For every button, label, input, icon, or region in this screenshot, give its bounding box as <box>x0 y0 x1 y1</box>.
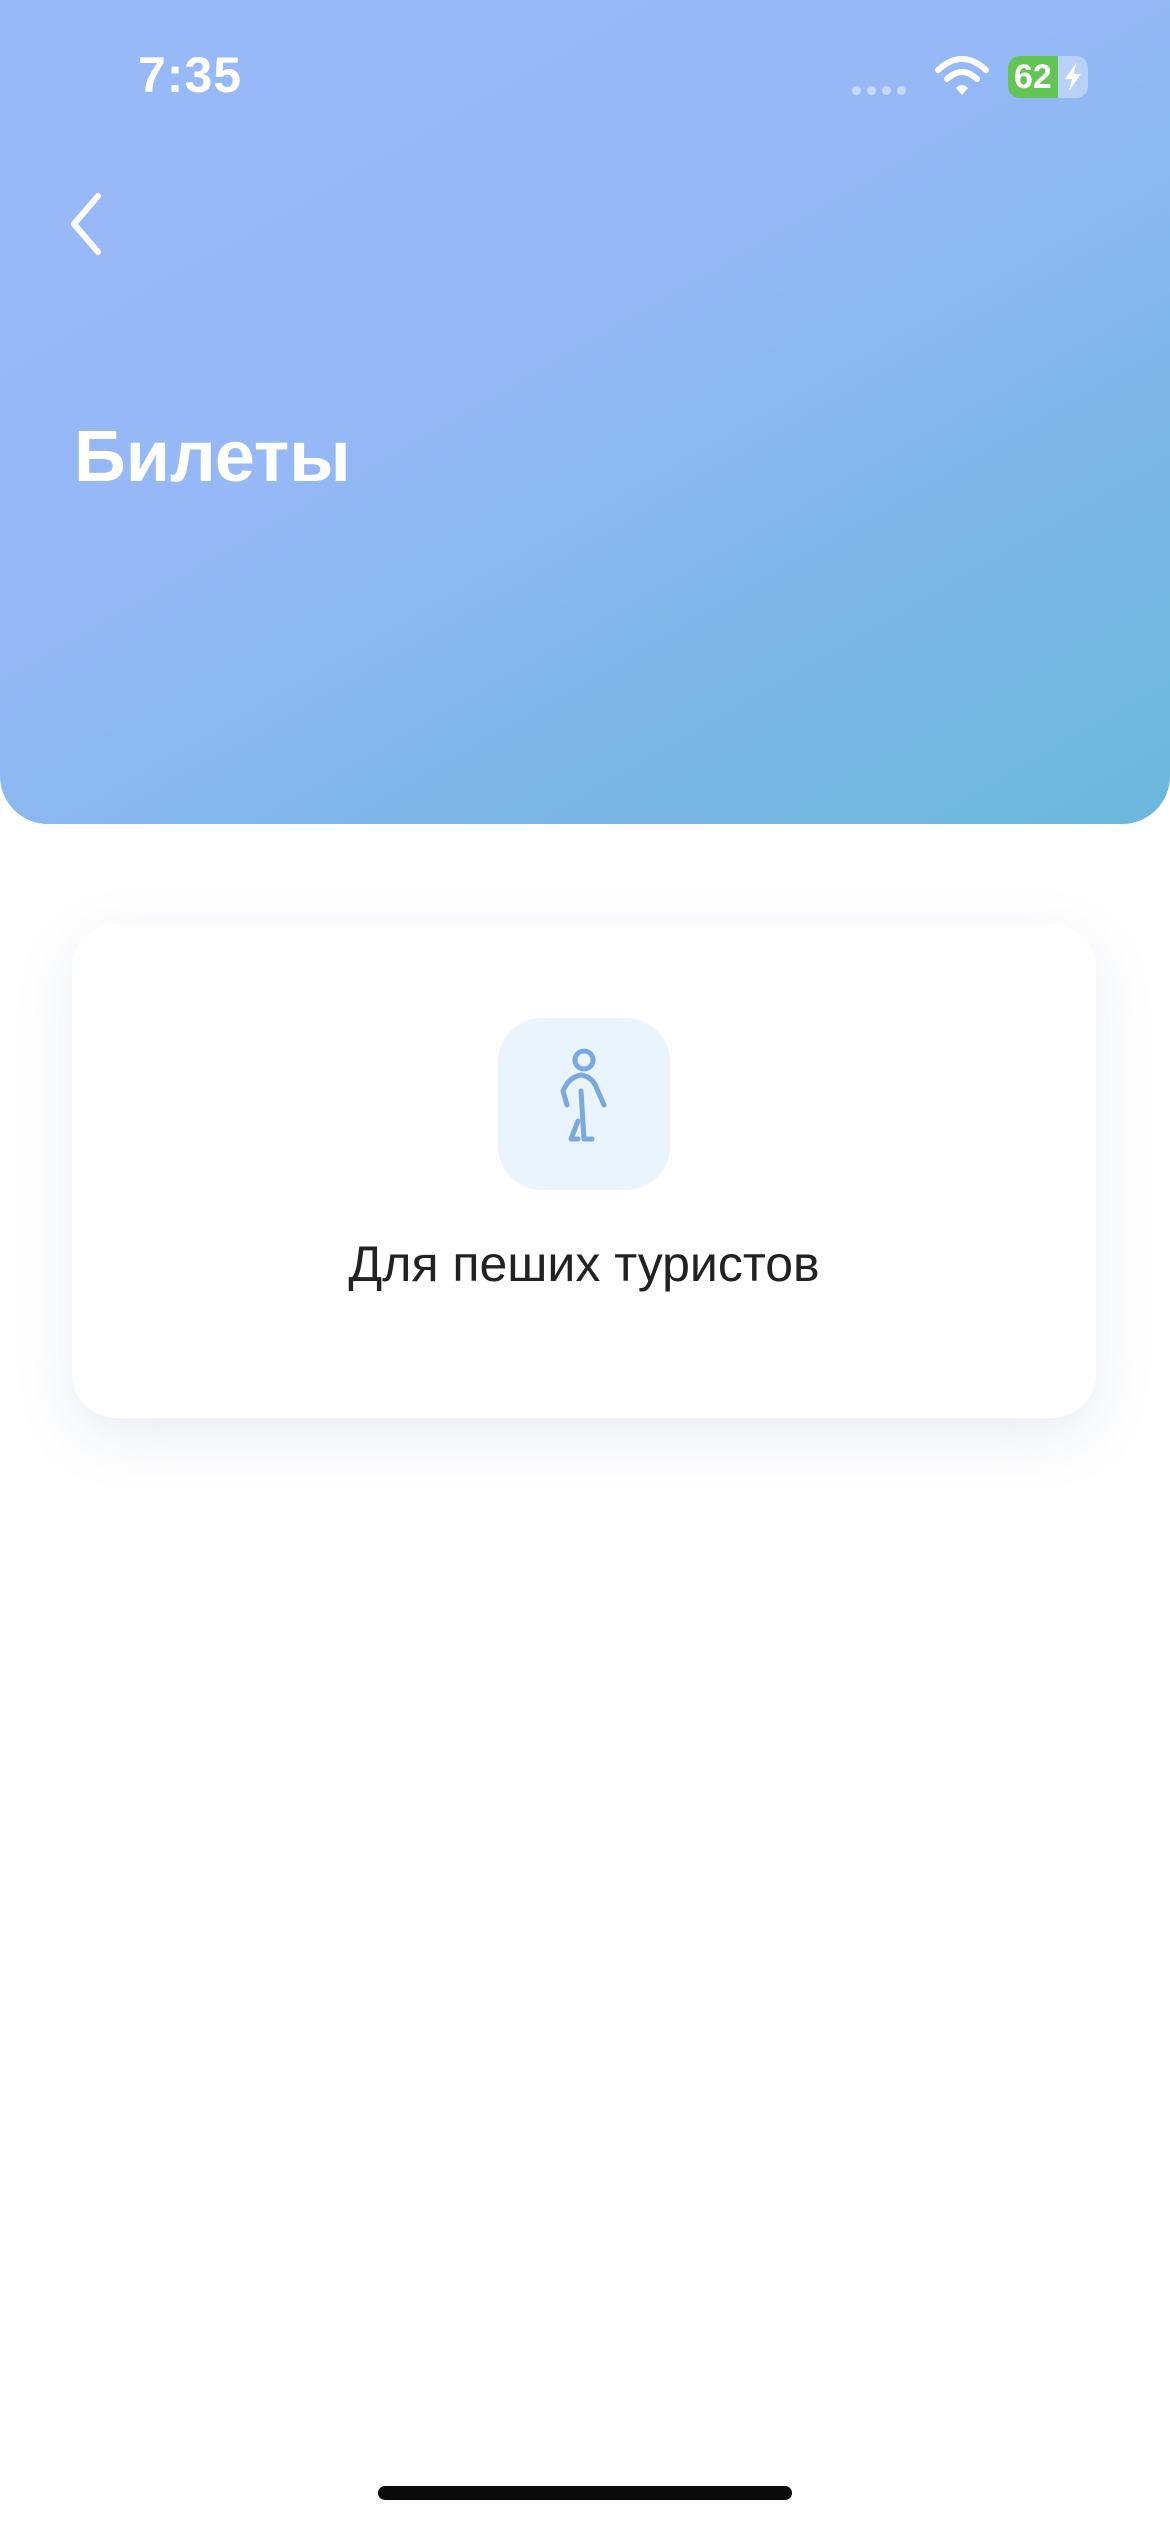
walking-person-icon <box>560 1048 607 1142</box>
ticket-card-hikers[interactable]: Для пеших туристов <box>72 924 1096 1418</box>
home-indicator[interactable] <box>378 2486 792 2500</box>
charging-bolt-icon <box>1065 63 1081 91</box>
wifi-icon <box>935 56 989 95</box>
header: 7:35 62 Билеты <box>0 0 1170 824</box>
chevron-left-icon <box>71 193 101 255</box>
status-time: 7:35 <box>138 47 243 103</box>
ticket-card-label: Для пеших туристов <box>348 1236 820 1292</box>
ticket-icon-container <box>498 1018 670 1190</box>
battery-icon: 62 <box>1008 56 1088 98</box>
back-button[interactable] <box>46 176 126 272</box>
page-title: Билеты <box>74 417 351 497</box>
cellular-signal-icon <box>852 86 906 95</box>
battery-percent: 62 <box>1014 58 1052 96</box>
